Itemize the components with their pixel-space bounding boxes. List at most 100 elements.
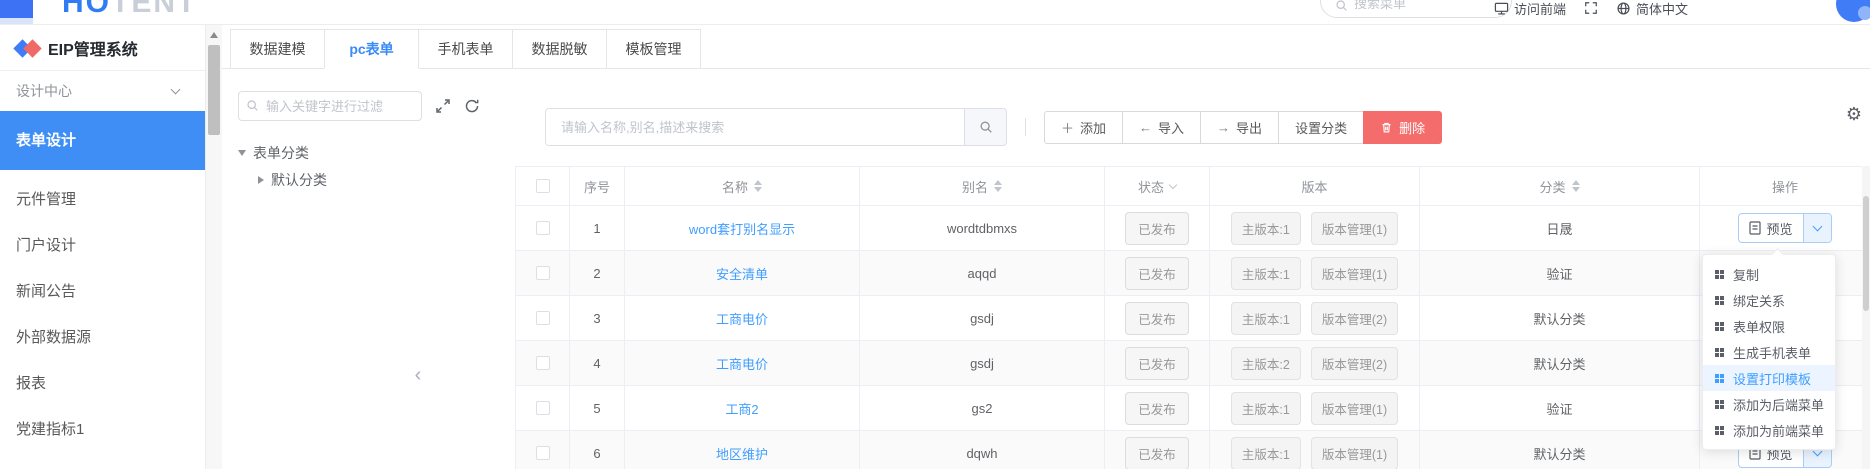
form-list-area: ＋添加 ←导入 →导出 设置分类 删除 ⚙ 序号: [515, 69, 1870, 469]
col-header-version: 版本: [1210, 167, 1420, 205]
tree-filter-input[interactable]: [238, 91, 422, 121]
set-category-button[interactable]: 设置分类: [1278, 111, 1364, 144]
import-button[interactable]: ←导入: [1122, 111, 1201, 144]
grid-icon: [1715, 400, 1719, 404]
form-name-link[interactable]: word套打别名显示: [689, 219, 795, 238]
table-scrollbar[interactable]: [1862, 166, 1870, 469]
language-switch-button[interactable]: 简体中文: [1616, 0, 1688, 18]
delete-button[interactable]: 删除: [1363, 111, 1442, 144]
preview-split-button[interactable]: 预览: [1738, 213, 1831, 243]
tree-node-default-category[interactable]: 默认分类: [258, 166, 515, 193]
scrollbar-thumb[interactable]: [208, 45, 220, 135]
select-all-checkbox[interactable]: [536, 179, 550, 193]
version-mgmt-button[interactable]: 版本管理(1): [1311, 437, 1398, 469]
caret-down-icon[interactable]: [238, 150, 246, 156]
tab-data-modeling[interactable]: 数据建模: [230, 29, 325, 69]
app-logo: HOTENT: [62, 0, 197, 20]
sidebar-item-report[interactable]: 报表: [0, 361, 205, 407]
main-version-button[interactable]: 主版本:1: [1231, 257, 1301, 290]
table-row: 6 地区维护 dqwh 已发布 主版本:1版本管理(1) 默认分类 预览: [515, 431, 1870, 469]
tab-pc-form[interactable]: pc表单: [324, 29, 419, 69]
row-checkbox[interactable]: [536, 311, 550, 325]
menu-item-form-permission[interactable]: 表单权限: [1703, 313, 1835, 339]
visit-frontend-button[interactable]: 访问前端: [1494, 0, 1566, 18]
scrollbar-thumb[interactable]: [1863, 196, 1869, 311]
col-header-category[interactable]: 分类: [1420, 167, 1700, 205]
main-version-button[interactable]: 主版本:1: [1231, 212, 1301, 245]
tree-node-form-category[interactable]: 表单分类: [238, 139, 515, 166]
status-badge[interactable]: 已发布: [1125, 302, 1189, 335]
menu-item-add-backend-menu[interactable]: 添加为后端菜单: [1703, 391, 1835, 417]
top-header: HOTENT 搜索菜单 访问前端 简体中文: [0, 0, 1870, 25]
sidebar-group-design-center[interactable]: 设计中心: [0, 71, 205, 111]
preview-dropdown-toggle[interactable]: [1803, 214, 1831, 242]
gear-icon[interactable]: ⚙: [1846, 104, 1862, 125]
scrollbar-up-arrow-icon[interactable]: [210, 32, 218, 38]
version-mgmt-button[interactable]: 版本管理(1): [1311, 392, 1398, 425]
row-checkbox[interactable]: [536, 401, 550, 415]
sidebar-item-form-design[interactable]: 表单设计: [0, 111, 205, 170]
version-mgmt-button[interactable]: 版本管理(2): [1311, 302, 1398, 335]
status-badge[interactable]: 已发布: [1125, 347, 1189, 380]
form-name-link[interactable]: 工商电价: [716, 354, 768, 373]
status-badge[interactable]: 已发布: [1125, 437, 1189, 469]
filter-chevron-icon[interactable]: [1169, 181, 1177, 189]
version-mgmt-button[interactable]: 版本管理(1): [1311, 212, 1398, 245]
sidebar-item-party-index[interactable]: 党建指标1: [0, 407, 205, 453]
sort-icon[interactable]: [754, 180, 762, 192]
sort-icon[interactable]: [1572, 180, 1580, 192]
row-checkbox[interactable]: [536, 356, 550, 370]
version-mgmt-button[interactable]: 版本管理(2): [1311, 347, 1398, 380]
main-version-button[interactable]: 主版本:1: [1231, 392, 1301, 425]
form-name-link[interactable]: 工商电价: [716, 309, 768, 328]
refresh-tree-button[interactable]: [464, 98, 480, 114]
menu-search-input[interactable]: 搜索菜单: [1320, 0, 1512, 18]
panel-collapse-handle[interactable]: ‹: [410, 359, 426, 391]
search-submit-button[interactable]: [964, 109, 1006, 145]
menu-item-generate-mobile-form[interactable]: 生成手机表单: [1703, 339, 1835, 365]
tab-template-mgmt[interactable]: 模板管理: [606, 29, 701, 69]
toolbar-divider: [1025, 118, 1026, 136]
col-header-name[interactable]: 名称: [625, 167, 860, 205]
form-alias: aqqd: [860, 251, 1105, 295]
preview-button[interactable]: 预览: [1739, 214, 1802, 242]
tab-mobile-form[interactable]: 手机表单: [418, 29, 513, 69]
row-checkbox[interactable]: [536, 266, 550, 280]
status-badge[interactable]: 已发布: [1125, 212, 1189, 245]
tab-data-masking[interactable]: 数据脱敏: [512, 29, 607, 69]
export-button[interactable]: →导出: [1200, 111, 1279, 144]
menu-item-copy[interactable]: 复制: [1703, 261, 1835, 287]
col-header-alias[interactable]: 别名: [860, 167, 1105, 205]
grid-icon: [1715, 270, 1719, 274]
menu-item-add-frontend-menu[interactable]: 添加为前端菜单: [1703, 417, 1835, 443]
row-checkbox[interactable]: [536, 446, 550, 460]
form-name-link[interactable]: 安全清单: [716, 264, 768, 283]
add-button[interactable]: ＋添加: [1044, 111, 1123, 144]
fullscreen-icon: [1584, 1, 1598, 15]
menu-item-bind-relation[interactable]: 绑定关系: [1703, 287, 1835, 313]
list-search-input[interactable]: [546, 109, 964, 145]
form-name-link[interactable]: 地区维护: [716, 444, 768, 463]
version-mgmt-button[interactable]: 版本管理(1): [1311, 257, 1398, 290]
col-header-status[interactable]: 状态: [1105, 167, 1210, 205]
main-version-button[interactable]: 主版本:1: [1231, 302, 1301, 335]
table-header-row: 序号 名称 别名 状态 版本 分类 操作: [515, 167, 1870, 206]
main-version-button[interactable]: 主版本:1: [1231, 437, 1301, 469]
sidebar-item-news[interactable]: 新闻公告: [0, 269, 205, 315]
row-checkbox[interactable]: [536, 221, 550, 235]
menu-item-set-print-template[interactable]: 设置打印模板: [1703, 365, 1835, 391]
status-badge[interactable]: 已发布: [1125, 392, 1189, 425]
fullscreen-button[interactable]: [1584, 1, 1598, 15]
sidebar-item-external-datasource[interactable]: 外部数据源: [0, 315, 205, 361]
sidebar-item-portal-design[interactable]: 门户设计: [0, 223, 205, 269]
topbar-actions: 访问前端 简体中文: [1494, 0, 1688, 16]
expand-tree-button[interactable]: [435, 98, 451, 114]
sidebar-item-component-mgmt[interactable]: 元件管理: [0, 177, 205, 223]
app-title: EIP管理系统: [48, 36, 138, 60]
sort-icon[interactable]: [994, 180, 1002, 192]
status-badge[interactable]: 已发布: [1125, 257, 1189, 290]
form-name-link[interactable]: 工商2: [725, 399, 758, 418]
caret-right-icon[interactable]: [258, 176, 264, 184]
sidebar-scrollbar[interactable]: [205, 25, 222, 469]
main-version-button[interactable]: 主版本:2: [1231, 347, 1301, 380]
